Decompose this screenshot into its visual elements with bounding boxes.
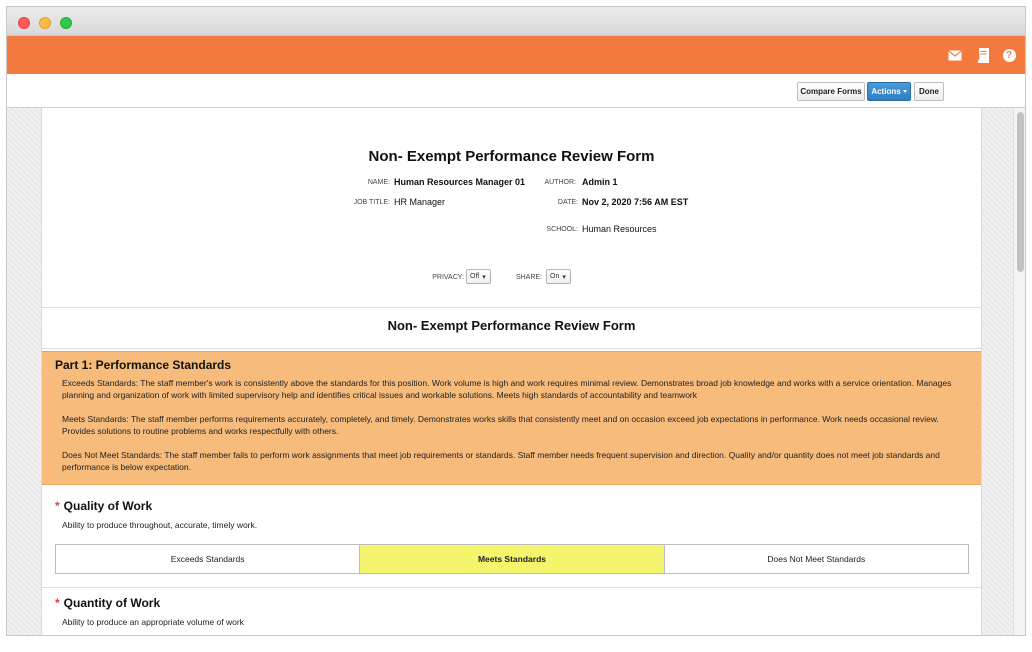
share-label: SHARE: — [515, 274, 542, 281]
exceeds-standards-text: Exceeds Standards: The staff member's wo… — [62, 378, 952, 400]
help-icon[interactable]: ? — [1001, 47, 1017, 63]
form-page: Non- Exempt Performance Review Form NAME… — [41, 108, 982, 635]
privacy-select[interactable]: Off ▾ — [466, 269, 491, 284]
mail-icon[interactable] — [947, 47, 963, 63]
section-title: Non- Exempt Performance Review Form — [387, 318, 636, 333]
date-value: Nov 2, 2020 7:56 AM EST — [582, 197, 689, 207]
question-title: * Quality of Work — [55, 499, 152, 513]
divider — [42, 307, 981, 308]
caret-down-icon — [902, 90, 907, 93]
form-toolbar: Compare Forms Actions Done — [7, 74, 1025, 108]
scrollbar-thumb[interactable] — [1017, 112, 1024, 272]
meets-standards-text: Meets Standards: The staff member perfor… — [62, 414, 939, 436]
share-select[interactable]: On ▾ — [546, 269, 571, 284]
author-value: Admin 1 — [582, 177, 618, 187]
done-label: Done — [919, 87, 939, 96]
done-button[interactable]: Done — [914, 82, 944, 101]
app-header: ? — [7, 36, 1025, 74]
name-label: NAME: — [367, 179, 390, 186]
maximize-window-button[interactable] — [60, 17, 72, 29]
share-value: On — [550, 273, 560, 280]
school-label: SCHOOL: — [546, 226, 578, 233]
date-label: DATE: — [557, 199, 578, 206]
actions-button[interactable]: Actions — [867, 82, 911, 101]
vertical-scrollbar[interactable] — [1013, 108, 1025, 635]
required-marker: * — [55, 596, 60, 610]
browser-window: ? Compare Forms Actions Done Non- Exempt… — [6, 6, 1026, 636]
chevron-down-icon: ▾ — [562, 273, 566, 281]
privacy-value: Off — [470, 273, 480, 280]
privacy-label: PRIVACY: — [432, 274, 464, 281]
required-marker: * — [55, 499, 60, 513]
not-meets-standards-text: Does Not Meet Standards: The staff membe… — [62, 450, 940, 472]
rating-does-not-meet-standards[interactable]: Does Not Meet Standards — [664, 545, 968, 573]
quality-of-work-description: Ability to produce throughout, accurate,… — [62, 520, 258, 530]
rating-meets-standards[interactable]: Meets Standards — [360, 545, 665, 573]
form-title: Non- Exempt Performance Review Form — [368, 148, 655, 165]
performance-standards-section: Part 1: Performance Standards Exceeds St… — [42, 351, 981, 485]
part-title: Part 1: Performance Standards — [55, 358, 232, 372]
help-glyph: ? — [1002, 48, 1016, 62]
job-title-value: HR Manager — [394, 197, 446, 207]
compare-forms-label: Compare Forms — [800, 87, 862, 96]
name-value: Human Resources Manager 01 — [394, 177, 526, 187]
job-title-label: JOB TITLE: — [353, 199, 390, 206]
book-icon[interactable] — [975, 47, 991, 63]
divider — [42, 348, 981, 349]
compare-forms-button[interactable]: Compare Forms — [797, 82, 865, 101]
actions-label: Actions — [871, 87, 901, 96]
rating-exceeds-standards[interactable]: Exceeds Standards — [56, 545, 361, 573]
divider — [42, 587, 981, 588]
title-bar — [7, 7, 1025, 36]
author-label: AUTHOR: — [544, 179, 577, 186]
question-title: * Quantity of Work — [55, 596, 160, 610]
quantity-of-work-title: Quantity of Work — [63, 596, 161, 610]
close-window-button[interactable] — [18, 17, 30, 29]
minimize-window-button[interactable] — [39, 17, 51, 29]
quality-of-work-title: Quality of Work — [63, 499, 153, 513]
quantity-of-work-description: Ability to produce an appropriate volume… — [62, 617, 244, 627]
content-area: Non- Exempt Performance Review Form NAME… — [7, 108, 1013, 635]
chevron-down-icon: ▾ — [482, 273, 486, 281]
quality-rating-group: Exceeds Standards Meets Standards Does N… — [55, 544, 969, 574]
school-value: Human Resources — [582, 224, 657, 234]
